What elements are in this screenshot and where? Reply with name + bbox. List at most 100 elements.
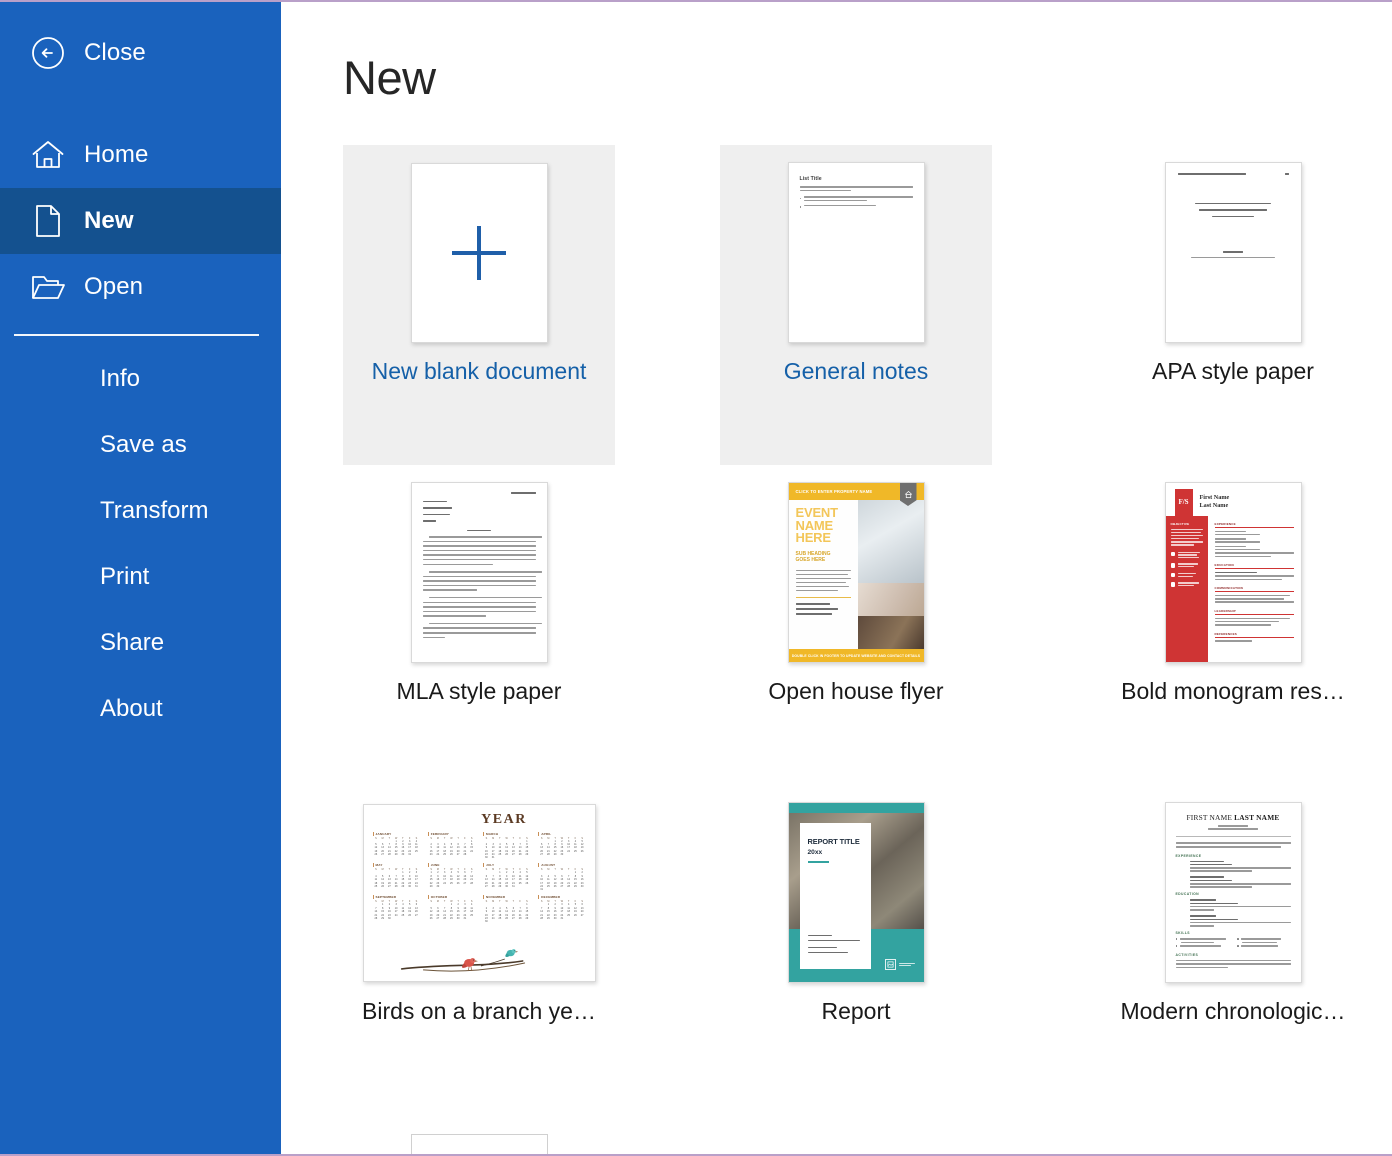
document-icon xyxy=(26,204,70,238)
notes-bullet xyxy=(800,205,913,208)
sidebar-item-save-as[interactable]: Save as xyxy=(0,412,281,478)
template-card-mla-style-paper[interactable]: MLA style paper xyxy=(343,465,615,785)
sidebar-item-open[interactable]: Open xyxy=(0,254,281,320)
resume-objective-heading: OBJECTIVE xyxy=(1171,522,1203,526)
calendar-month: JULYSMTWTFS12345678910111213141516171819… xyxy=(483,863,530,891)
resume-section: REFERENCES xyxy=(1215,632,1294,642)
calendar-month-name: SEPTEMBER xyxy=(373,895,420,899)
thumbnail-general-notes: List Title xyxy=(788,162,925,343)
calendar-month-name: NOVEMBER xyxy=(483,895,530,899)
resume-section: EXPERIENCE xyxy=(1215,522,1294,557)
template-cell: FIRST NAME LAST NAME EXPERIENCE xyxy=(1097,785,1392,1105)
report-accent-bar xyxy=(808,861,829,863)
template-cell: List Title xyxy=(720,145,1097,465)
thumbnail-area xyxy=(343,145,615,360)
thumbnail-area: FIRST NAME LAST NAME EXPERIENCE xyxy=(1097,785,1369,1000)
template-cell: F/S First Name Last Name OBJECTIVE xyxy=(1097,465,1392,785)
template-card-new-blank-document[interactable]: New blank document xyxy=(343,145,615,465)
calendar-days-grid: 1234567891011121314151617181920212223242… xyxy=(483,840,530,860)
calendar-days-grid: 1234567891011121314151617181920212223242… xyxy=(373,840,420,857)
resume-section: ACTIVITIES xyxy=(1176,953,1291,969)
sidebar-item-home[interactable]: Home xyxy=(0,122,281,188)
thumbnail-bold-monogram-resume: F/S First Name Last Name OBJECTIVE xyxy=(1165,482,1302,663)
calendar-days-grid: 1234567891011121314151617181920212223242… xyxy=(538,840,585,857)
calendar-month: JANUARYSMTWTFS12345678910111213141516171… xyxy=(373,832,420,860)
report-year: 20xx xyxy=(808,849,871,856)
resume-section-heading: SKILLS xyxy=(1176,931,1291,935)
page-title: New xyxy=(343,54,1362,101)
calendar-month: DECEMBERSMTWTFS1234567891011121314151617… xyxy=(538,895,585,923)
sidebar-sub-label: Share xyxy=(100,629,164,657)
backstage-sidebar: Close Home New xyxy=(0,2,281,1154)
thumbnail-area: CLICK TO ENTER PROPERTY NAME xyxy=(720,465,992,680)
resume-last-name: Last Name xyxy=(1200,502,1230,510)
home-icon xyxy=(26,139,70,171)
calendar-days-grid: 1234567891011121314151617181920212223242… xyxy=(373,903,420,920)
sidebar-sub-label: Save as xyxy=(100,431,187,459)
sidebar-item-about[interactable]: About xyxy=(0,676,281,742)
template-card-modern-chronological-resume[interactable]: FIRST NAME LAST NAME EXPERIENCE xyxy=(1097,785,1369,1105)
calendar-days-grid: 1234567891011121314151617181920212223242… xyxy=(538,903,585,920)
resume-name: First Name Last Name xyxy=(1200,494,1230,509)
flyer-footer-bar: DOUBLE CLICK IN FOOTER TO UPDATE WEBSITE… xyxy=(789,649,924,662)
thumbnail-calendar: YEAR JANUARYSMTWTFS123456789101112131415… xyxy=(363,804,596,982)
resume-section-heading: LEADERSHIP xyxy=(1215,609,1294,615)
calendar-month: AUGUSTSMTWTFS123456789101112131415161718… xyxy=(538,863,585,891)
sidebar-item-new[interactable]: New xyxy=(0,188,281,254)
thumbnail-modern-resume: FIRST NAME LAST NAME EXPERIENCE xyxy=(1165,802,1302,983)
calendar-month-name: MAY xyxy=(373,863,420,867)
sidebar-item-label: New xyxy=(84,207,134,235)
resume-section: SKILLS xyxy=(1176,931,1291,947)
sidebar-item-info[interactable]: Info xyxy=(0,346,281,412)
calendar-month-name: FEBRUARY xyxy=(428,832,475,836)
sidebar-item-print[interactable]: Print xyxy=(0,544,281,610)
calendar-month: APRILSMTWTFS1234567891011121314151617181… xyxy=(538,832,585,860)
sidebar-item-transform[interactable]: Transform xyxy=(0,478,281,544)
resume-section: EDUCATION xyxy=(1176,892,1291,926)
notes-bullet xyxy=(800,196,913,201)
calendar-days-grid: 1234567891011121314151617181920212223242… xyxy=(483,871,530,888)
sidebar-divider xyxy=(14,334,259,336)
report-logo xyxy=(885,959,915,970)
thumbnail-area: List Title xyxy=(720,145,992,360)
flyer-header-text: CLICK TO ENTER PROPERTY NAME xyxy=(796,489,873,494)
calendar-month-name: APRIL xyxy=(538,832,585,836)
calendar-months-grid: JANUARYSMTWTFS12345678910111213141516171… xyxy=(373,832,586,924)
calendar-days-grid: 1234567891011121314151617181920212223242… xyxy=(483,903,530,923)
flyer-event-line: HERE xyxy=(796,532,851,545)
calendar-month: MAYSMTWTFS123456789101112131415161718192… xyxy=(373,863,420,891)
template-card-birds-on-a-branch-calendar[interactable]: YEAR JANUARYSMTWTFS123456789101112131415… xyxy=(343,785,615,1105)
template-caption: Birds on a branch ye… xyxy=(362,1000,596,1023)
close-label: Close xyxy=(84,39,146,67)
calendar-days-grid: 1234567891011121314151617181920212223242… xyxy=(428,840,475,857)
calendar-month-name: DECEMBER xyxy=(538,895,585,899)
template-caption: Modern chronologic… xyxy=(1120,1000,1345,1023)
template-card-report[interactable]: REPORT TITLE 20xx xyxy=(720,785,992,1105)
calendar-month: FEBRUARYSMTWTFS1234567891011121314151617… xyxy=(428,832,475,860)
flyer-footer-text: DOUBLE CLICK IN FOOTER TO UPDATE WEBSITE… xyxy=(792,654,920,658)
calendar-month: NOVEMBERSMTWTFS1234567891011121314151617… xyxy=(483,895,530,923)
thumbnail-blank-document xyxy=(411,163,548,343)
resume-main-column: EXPERIENCE xyxy=(1208,516,1301,663)
template-caption: General notes xyxy=(784,360,928,383)
flyer-date-block xyxy=(796,603,851,615)
template-card-open-house-flyer[interactable]: CLICK TO ENTER PROPERTY NAME xyxy=(720,465,992,785)
calendar-month-name: JUNE xyxy=(428,863,475,867)
thumbnail-open-house-flyer: CLICK TO ENTER PROPERTY NAME xyxy=(788,482,925,663)
back-arrow-circle-icon xyxy=(26,36,70,70)
thumbnail-report: REPORT TITLE 20xx xyxy=(788,802,925,983)
close-button[interactable]: Close xyxy=(0,20,281,86)
template-card-bold-monogram-resume[interactable]: F/S First Name Last Name OBJECTIVE xyxy=(1097,465,1369,785)
resume-section-heading: COMMUNICATION xyxy=(1215,586,1294,592)
template-cell: APA style paper xyxy=(1097,145,1392,465)
sidebar-item-share[interactable]: Share xyxy=(0,610,281,676)
calendar-month-name: MARCH xyxy=(483,832,530,836)
template-card-general-notes[interactable]: List Title xyxy=(720,145,992,465)
thumbnail-apa-paper xyxy=(1165,162,1302,343)
resume-section-heading: EXPERIENCE xyxy=(1176,854,1291,858)
resume-first-name: FIRST NAME xyxy=(1186,813,1234,822)
template-card-apa-style-paper[interactable]: APA style paper xyxy=(1097,145,1369,465)
template-caption: APA style paper xyxy=(1152,360,1314,383)
resume-section-heading: REFERENCES xyxy=(1215,632,1294,638)
sidebar-sub-label: Info xyxy=(100,365,140,393)
